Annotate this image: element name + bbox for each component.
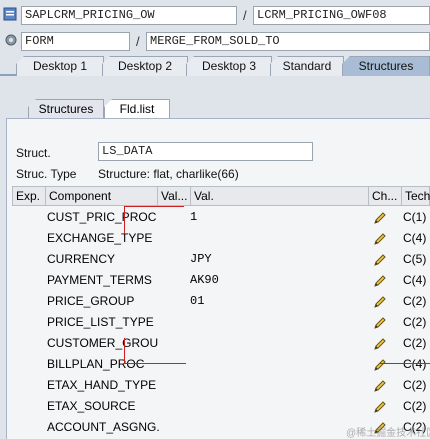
value-cell[interactable] [190, 354, 366, 375]
component-cell: EXCHANGE_TYPE [47, 231, 153, 245]
component-cell: PAYMENT_TERMS [47, 273, 152, 287]
col-header-tech[interactable]: Tech [402, 187, 430, 205]
annotation-line [380, 363, 430, 364]
tab-standard[interactable]: Standard [270, 56, 344, 76]
tab-desktop-1[interactable]: Desktop 1 [16, 56, 104, 76]
tech-cell: C(4) [403, 273, 427, 287]
tech-cell: C(2) [403, 294, 427, 308]
value-cell[interactable] [190, 312, 366, 333]
component-cell: BILLPLAN_PROC [47, 357, 145, 371]
pencil-icon[interactable] [372, 378, 388, 394]
tab-desktop-3[interactable]: Desktop 3 [186, 56, 272, 76]
table-row[interactable]: CURRENCY JPY C(5) [12, 249, 430, 270]
value-cell[interactable]: AK90 [190, 270, 366, 291]
tab-structures[interactable]: Structures [342, 56, 430, 76]
struct-type-label: Struc. Type [16, 167, 77, 181]
tech-cell: C(5) [403, 252, 427, 266]
component-cell: PRICE_GROUP [47, 294, 135, 308]
component-cell: ETAX_SOURCE [47, 399, 136, 413]
component-cell: ETAX_HAND_TYPE [47, 378, 157, 392]
program-icon [3, 7, 17, 21]
desktop-tab-strip: Desktop 1 Desktop 2 Desktop 3 Standard S… [0, 54, 430, 76]
annotation-line [124, 206, 125, 234]
gear-icon [4, 33, 18, 47]
component-cell: CURRENCY [47, 252, 116, 266]
col-header-change[interactable]: Ch... [369, 187, 402, 205]
separator: / [136, 34, 140, 49]
pencil-icon[interactable] [372, 294, 388, 310]
event-type-field[interactable]: FORM [21, 32, 130, 51]
include-field[interactable]: LCRM_PRICING_OWF08 [253, 6, 430, 25]
col-header-val-type[interactable]: Val... [158, 187, 191, 205]
col-header-component[interactable]: Component [46, 187, 158, 205]
value-cell[interactable] [190, 375, 366, 396]
col-header-exp[interactable]: Exp. [13, 187, 46, 205]
value-cell[interactable]: 01 [190, 291, 366, 312]
tech-cell: C(2) [403, 399, 427, 413]
table-row[interactable]: BILLPLAN_PROC C(4) [12, 354, 430, 375]
pencil-icon[interactable] [372, 210, 388, 226]
watermark: @稀土掘金技术社区 [346, 428, 430, 439]
tech-cell: C(4) [403, 231, 427, 245]
tab-desktop-2[interactable]: Desktop 2 [102, 56, 188, 76]
struct-input[interactable]: LS_DATA [98, 142, 313, 161]
table-header: Exp. Component Val... Val. Ch... Tech [12, 186, 430, 206]
pencil-icon[interactable] [372, 273, 388, 289]
component-cell: PRICE_LIST_TYPE [47, 315, 154, 329]
component-cell: CUSTOMER_GROUP [47, 336, 159, 350]
annotation-line [124, 206, 184, 207]
pencil-icon[interactable] [372, 231, 388, 247]
component-cell: CUST_PRIC_PROC [47, 210, 157, 224]
table-row[interactable]: EXCHANGE_TYPE C(4) [12, 228, 430, 249]
tech-cell: C(2) [403, 315, 427, 329]
pencil-icon[interactable] [372, 252, 388, 268]
tech-cell: C(2) [403, 336, 427, 350]
annotation-line [124, 338, 125, 363]
pencil-icon[interactable] [372, 315, 388, 331]
pencil-icon[interactable] [372, 357, 388, 373]
value-cell[interactable] [190, 333, 366, 354]
table-row[interactable]: PRICE_LIST_TYPE C(2) [12, 312, 430, 333]
value-cell[interactable] [190, 417, 366, 438]
value-cell[interactable]: JPY [190, 249, 366, 270]
col-header-value[interactable]: Val. [191, 187, 369, 205]
struct-type-value: Structure: flat, charlike(66) [98, 167, 239, 181]
annotation-line [124, 363, 186, 364]
value-cell[interactable] [190, 396, 366, 417]
struct-label: Struct. [16, 146, 51, 160]
pencil-icon[interactable] [372, 336, 388, 352]
component-cell: ACCOUNT_ASGNG... [47, 420, 159, 434]
subtab-fld-list[interactable]: Fld.list [104, 99, 170, 119]
value-cell[interactable]: 1 [190, 207, 366, 228]
table-row[interactable]: ETAX_HAND_TYPE C(2) [12, 375, 430, 396]
table-row[interactable]: ETAX_SOURCE C(2) [12, 396, 430, 417]
tech-cell: C(1) [403, 210, 427, 224]
program-field[interactable]: SAPLCRM_PRICING_OW [21, 6, 237, 25]
pencil-icon[interactable] [372, 399, 388, 415]
tech-cell: C(2) [403, 378, 427, 392]
table-row[interactable]: PRICE_GROUP 01 C(2) [12, 291, 430, 312]
subtab-structures[interactable]: Structures [28, 99, 104, 119]
separator: / [243, 8, 247, 23]
event-name-field[interactable]: MERGE_FROM_SOLD_TO [146, 32, 430, 51]
table-row[interactable]: CUST_PRIC_PROC 1 C(1) [12, 207, 430, 228]
table-row[interactable]: PAYMENT_TERMS AK90 C(4) [12, 270, 430, 291]
value-cell[interactable] [190, 228, 366, 249]
table-row[interactable]: CUSTOMER_GROUP C(2) [12, 333, 430, 354]
tech-cell: C(4) [403, 357, 427, 371]
